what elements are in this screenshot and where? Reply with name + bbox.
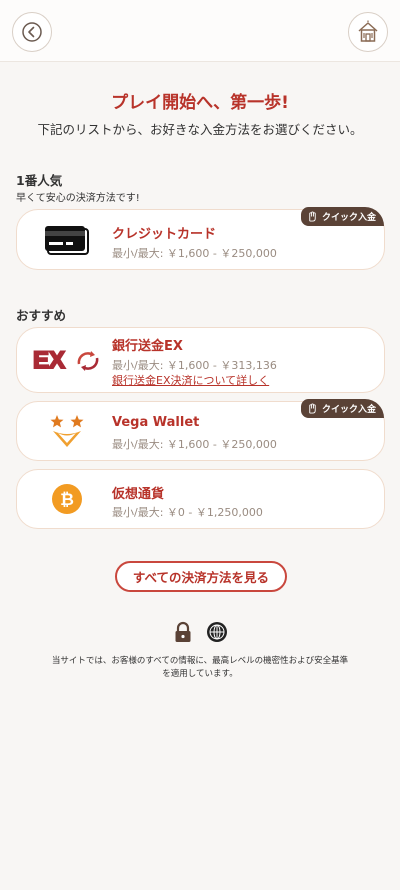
payment-method-crypto[interactable]: ₿ 仮想通貨 最小/最大: ￥0 - ￥1,250,000 [16,469,385,529]
method-limits: 最小/最大: ￥1,600 - ￥250,000 [112,247,277,260]
method-limits: 最小/最大: ￥1,600 - ￥313,136 [112,359,277,372]
see-all-methods-button[interactable]: すべての決済方法を見る [115,561,287,592]
security-notice: 当サイトでは、お客様のすべての情報に、最高レベルの機密性および安全基準を適用して… [51,656,349,679]
method-limits: 最小/最大: ￥0 - ￥1,250,000 [112,506,263,519]
security-icons [0,621,400,643]
popular-section-subtitle: 早くて安心の決済方法です! [16,193,140,204]
popular-section-title: 1番人気 [16,173,63,188]
hand-icon [309,403,316,414]
quick-deposit-badge: クイック入金 [300,207,384,226]
bitcoin-icon: ₿ [29,470,104,528]
quick-deposit-label: クイック入金 [321,213,376,223]
credit-card-icon [29,210,104,269]
home-button[interactable] [348,12,388,52]
svg-text:₿: ₿ [60,490,74,510]
top-bar [0,0,400,62]
recommended-section-title: おすすめ [16,308,67,323]
globe-icon [207,622,227,642]
bank-transfer-ex-details-link[interactable]: 銀行送金EX決済について詳しく [112,372,269,388]
page-subtitle: 下記のリストから、お好きな入金方法をお選びください。 [37,122,363,137]
quick-deposit-badge: クイック入金 [300,399,384,418]
method-name: クレジットカード [112,227,217,242]
lock-icon [175,621,191,642]
bank-transfer-ex-icon: EX EX [29,328,104,392]
payment-method-bank-transfer-ex[interactable]: EX EX 銀行送金EX 最小/最大: ￥1,600 - ￥313,136 銀行… [16,327,385,393]
payment-method-vega-wallet[interactable]: Vega Wallet 最小/最大: ￥1,600 - ￥250,000 クイッ… [16,399,385,461]
method-name: Vega Wallet [112,415,200,430]
back-button[interactable] [12,12,52,52]
home-icon [358,20,378,42]
page-title: プレイ開始へ、第一歩! [111,93,289,113]
hand-icon [309,211,316,222]
method-name: 銀行送金EX [112,339,183,354]
quick-deposit-label: クイック入金 [321,405,376,415]
chevron-left-icon [22,22,42,42]
svg-text:EX: EX [33,347,65,374]
vega-wallet-icon [29,402,104,460]
method-name: 仮想通貨 [112,487,165,502]
payment-method-credit-card[interactable]: クレジットカード 最小/最大: ￥1,600 - ￥250,000 クイック入金 [16,207,385,270]
method-limits: 最小/最大: ￥1,600 - ￥250,000 [112,438,277,451]
